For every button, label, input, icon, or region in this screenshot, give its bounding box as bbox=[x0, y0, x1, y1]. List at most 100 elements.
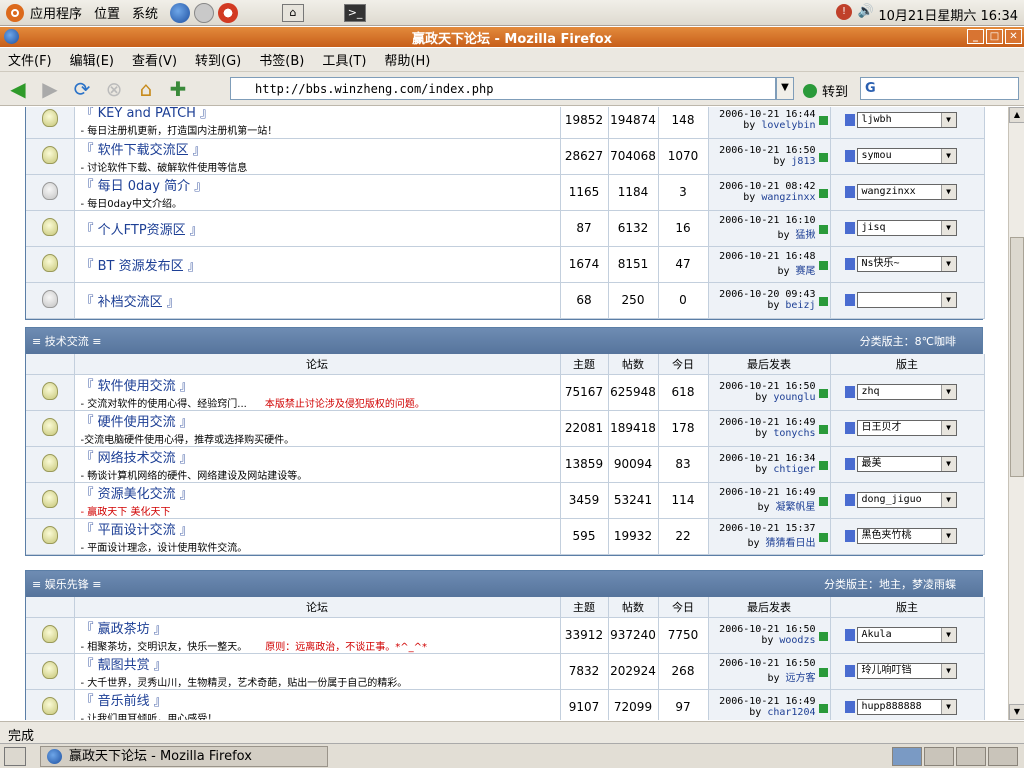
goto-last-post-icon[interactable] bbox=[818, 116, 828, 125]
moderator-select[interactable]: jisq bbox=[856, 220, 957, 236]
goto-last-post-icon[interactable] bbox=[818, 460, 828, 470]
moderator-select[interactable]: hupp888888 bbox=[856, 699, 957, 715]
url-dropdown-button[interactable]: ▼ bbox=[776, 77, 794, 100]
places-menu[interactable]: 位置 bbox=[94, 3, 120, 22]
moderator-select[interactable]: 最美 bbox=[856, 456, 957, 472]
forum-name-link[interactable]: 『 平面设计交流 』 bbox=[75, 519, 560, 538]
goto-last-post-icon[interactable] bbox=[818, 631, 828, 641]
go-button[interactable]: 转到 bbox=[803, 81, 848, 100]
workspace-3[interactable] bbox=[956, 747, 986, 766]
forum-name-link[interactable]: 『 硬件使用交流 』 bbox=[75, 411, 560, 430]
last-post-author-link[interactable]: 猛揪 bbox=[796, 230, 816, 241]
terminal-icon[interactable]: >_ bbox=[344, 3, 367, 22]
moderator-select[interactable]: ljwbh bbox=[856, 111, 957, 128]
goto-last-post-icon[interactable] bbox=[818, 496, 828, 506]
last-post-author-link[interactable]: j813 bbox=[791, 156, 815, 167]
window-titlebar[interactable]: 赢政天下论坛 - Mozilla Firefox _ □ ✕ bbox=[0, 27, 1024, 47]
section-title[interactable]: ≡ 技术交流 ≡ bbox=[32, 333, 101, 349]
moderator-select[interactable] bbox=[856, 292, 957, 308]
scrollbar-thumb[interactable] bbox=[1010, 237, 1024, 477]
forum-name-link[interactable]: 『 每日 0day 简介 』 bbox=[75, 175, 560, 194]
goto-last-post-icon[interactable] bbox=[818, 424, 828, 434]
moderator-select[interactable]: zhq bbox=[856, 384, 957, 400]
reload-icon[interactable]: ⟳ bbox=[68, 75, 96, 103]
goto-last-post-icon[interactable] bbox=[818, 152, 828, 162]
menu-go[interactable]: 转到(G) bbox=[195, 50, 241, 69]
forum-name-link[interactable]: 『 BT 资源发布区 』 bbox=[75, 255, 560, 274]
applications-menu[interactable]: 应用程序 bbox=[30, 3, 82, 22]
moderator-select[interactable]: symou bbox=[856, 148, 957, 164]
help-launcher-icon[interactable] bbox=[218, 2, 239, 23]
forum-name-link[interactable]: 『 音乐前线 』 bbox=[75, 690, 560, 709]
system-menu[interactable]: 系统 bbox=[132, 3, 158, 22]
menu-edit[interactable]: 编辑(E) bbox=[70, 50, 114, 69]
forum-name-link[interactable]: 『 个人FTP资源区 』 bbox=[75, 219, 560, 238]
workspace-2[interactable] bbox=[924, 747, 954, 766]
goto-last-post-icon[interactable] bbox=[818, 703, 828, 713]
workspace-switcher[interactable] bbox=[890, 747, 1018, 766]
moderator-select[interactable]: wangzinxx bbox=[856, 184, 957, 200]
section-title[interactable]: ≡ 娱乐先锋 ≡ bbox=[32, 576, 101, 592]
goto-last-post-icon[interactable] bbox=[818, 296, 828, 306]
ubuntu-logo-icon[interactable] bbox=[6, 3, 24, 22]
last-post-author-link[interactable]: chtiger bbox=[773, 464, 815, 475]
menu-tools[interactable]: 工具(T) bbox=[322, 50, 366, 69]
url-input[interactable]: http://bbs.winzheng.com/index.php bbox=[230, 77, 776, 100]
menu-bookmarks[interactable]: 书签(B) bbox=[259, 50, 304, 69]
last-post-author-link[interactable]: woodzs bbox=[779, 635, 815, 646]
last-post-author-link[interactable]: 凝繁帆星 bbox=[776, 502, 816, 513]
forum-name-link[interactable]: 『 KEY and PATCH 』 bbox=[75, 107, 560, 121]
home-folder-icon[interactable]: ⌂ bbox=[282, 3, 305, 22]
maximize-button[interactable]: □ bbox=[986, 29, 1003, 44]
moderator-select[interactable]: 日王贝才 bbox=[856, 420, 957, 436]
moderator-select[interactable]: 玲儿响叮铛 bbox=[856, 663, 957, 679]
moderator-select[interactable]: 黑色夹竹桃 bbox=[856, 528, 957, 544]
volume-icon[interactable]: 🔊 bbox=[858, 4, 874, 19]
forum-name-link[interactable]: 『 网络技术交流 』 bbox=[75, 447, 560, 466]
update-notifier-icon[interactable]: ! bbox=[836, 4, 852, 20]
goto-last-post-icon[interactable] bbox=[818, 532, 828, 542]
last-post-author-link[interactable]: beizj bbox=[785, 300, 815, 311]
last-post-author-link[interactable]: lovelybin bbox=[761, 120, 815, 131]
workspace-4[interactable] bbox=[988, 747, 1018, 766]
forum-name-link[interactable]: 『 软件使用交流 』 bbox=[75, 375, 560, 394]
moderator-select[interactable]: dong_jiguo bbox=[856, 492, 957, 508]
forum-name-link[interactable]: 『 靓图共赏 』 bbox=[75, 654, 560, 673]
forum-name-link[interactable]: 『 软件下载交流区 』 bbox=[75, 139, 560, 158]
show-desktop-button[interactable] bbox=[4, 747, 26, 766]
forum-name-link[interactable]: 『 补档交流区 』 bbox=[75, 291, 560, 310]
last-post-author-link[interactable]: younglu bbox=[773, 392, 815, 403]
goto-last-post-icon[interactable] bbox=[818, 667, 828, 677]
scroll-up-arrow-icon[interactable]: ▲ bbox=[1009, 107, 1024, 123]
forum-name-link[interactable]: 『 资源美化交流 』 bbox=[75, 483, 560, 502]
last-post-author-link[interactable]: wangzinxx bbox=[761, 192, 815, 203]
goto-last-post-icon[interactable] bbox=[818, 388, 828, 398]
last-post-author-link[interactable]: 远方客 bbox=[786, 673, 816, 684]
clock[interactable]: 10月21日星期六 16:34 bbox=[878, 5, 1018, 24]
menu-help[interactable]: 帮助(H) bbox=[384, 50, 430, 69]
goto-last-post-icon[interactable] bbox=[818, 260, 828, 270]
moderator-select[interactable]: Ns快乐~ bbox=[856, 256, 957, 272]
workspace-1[interactable] bbox=[892, 747, 922, 766]
last-post-author-link[interactable]: char1204 bbox=[767, 707, 815, 718]
forward-arrow-icon[interactable]: ▶ bbox=[36, 75, 64, 103]
goto-last-post-icon[interactable] bbox=[818, 224, 828, 234]
vertical-scrollbar[interactable]: ▲ ▼ bbox=[1008, 107, 1024, 720]
last-post-author-link[interactable]: 赛尾 bbox=[796, 266, 816, 277]
home-icon[interactable]: ⌂ bbox=[132, 75, 160, 103]
close-button[interactable]: ✕ bbox=[1005, 29, 1022, 44]
new-bookmark-icon[interactable]: ✚ bbox=[164, 75, 192, 103]
menu-view[interactable]: 查看(V) bbox=[132, 50, 177, 69]
forum-name-link[interactable]: 『 赢政茶坊 』 bbox=[75, 618, 560, 637]
taskbar-item-firefox[interactable]: 赢政天下论坛 - Mozilla Firefox bbox=[40, 746, 328, 767]
back-arrow-icon[interactable]: ◀ bbox=[4, 75, 32, 103]
search-input[interactable]: G bbox=[860, 77, 1019, 100]
scroll-down-arrow-icon[interactable]: ▼ bbox=[1009, 704, 1024, 720]
firefox-launcher-icon[interactable] bbox=[170, 2, 191, 23]
moderator-select[interactable]: Akula bbox=[856, 627, 957, 643]
evolution-launcher-icon[interactable] bbox=[194, 2, 215, 23]
stop-icon[interactable]: ⊗ bbox=[100, 75, 128, 103]
minimize-button[interactable]: _ bbox=[967, 29, 984, 44]
menu-file[interactable]: 文件(F) bbox=[8, 50, 52, 69]
goto-last-post-icon[interactable] bbox=[818, 188, 828, 198]
